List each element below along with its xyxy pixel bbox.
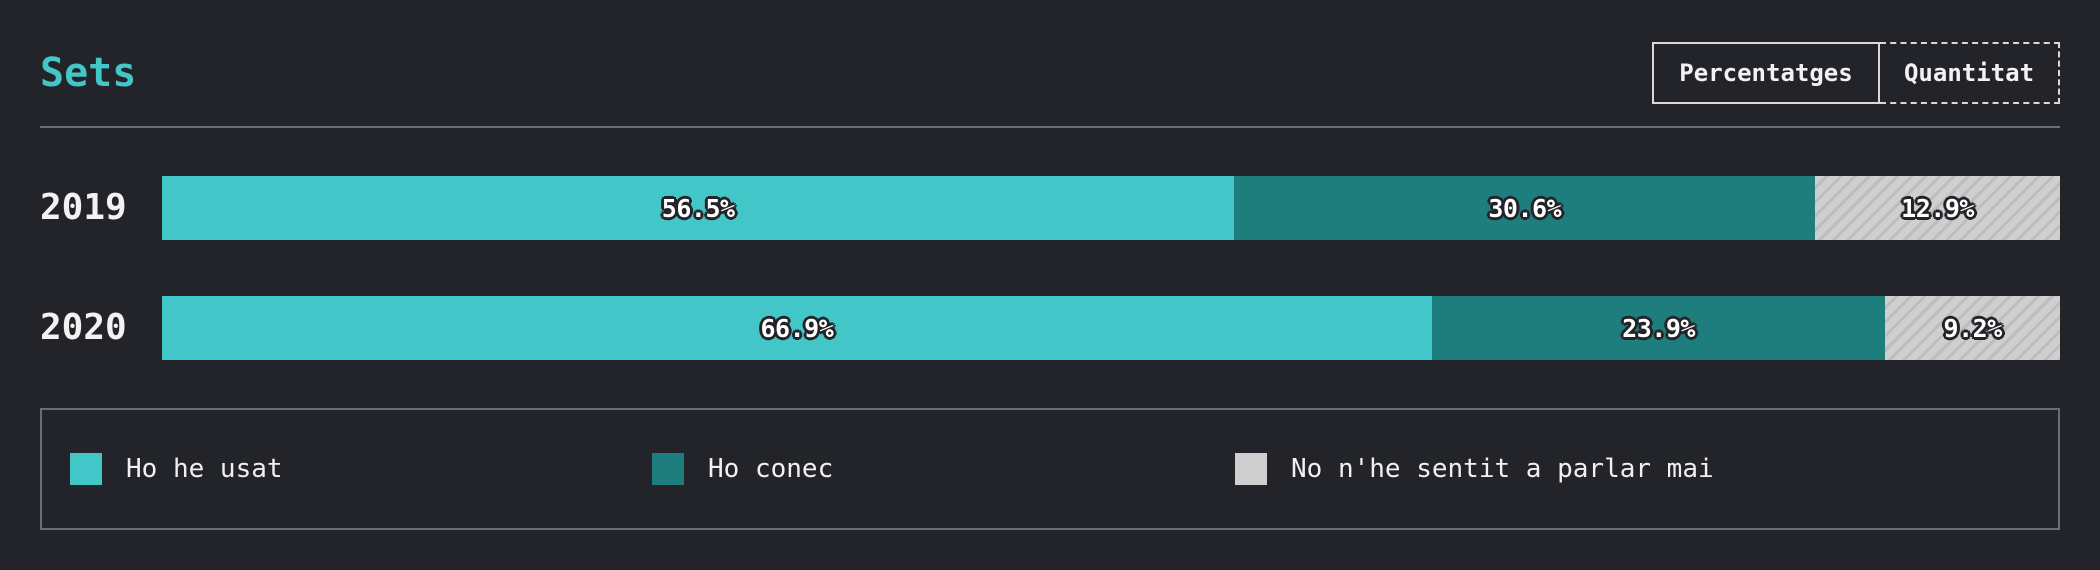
legend-label: Ho he usat [126, 454, 283, 484]
chart-legend: Ho he usat Ho conec No n'he sentit a par… [40, 408, 2060, 530]
stacked-bar: 56.5% 30.6% 12.9% [162, 176, 2060, 240]
bar-row-2020: 2020 66.9% 23.9% 9.2% [40, 296, 2060, 360]
legend-swatch-used [70, 453, 102, 485]
legend-label: No n'he sentit a parlar mai [1291, 454, 1714, 484]
bar-segment-ho-conec-2020: 23.9% [1431, 296, 1886, 360]
data-label: 56.5% [661, 193, 735, 223]
legend-swatch-known [652, 453, 684, 485]
data-label: 9.2% [1943, 313, 2003, 343]
legend-label: Ho conec [708, 454, 834, 484]
row-year-label: 2019 [40, 187, 127, 228]
chart-card: Sets Percentatges Quantitat 2019 56.5% 30… [40, 0, 2060, 570]
percentages-button[interactable]: Percentatges [1652, 42, 1880, 104]
header-divider [40, 126, 2060, 128]
bar-segment-no-n-he-sentit-a-parlar-mai-2019: 12.9% [1815, 176, 2060, 240]
data-label: 66.9% [760, 313, 834, 343]
stacked-bar: 66.9% 23.9% 9.2% [162, 296, 2060, 360]
legend-item-never: No n'he sentit a parlar mai [1235, 410, 1714, 528]
bar-segment-ho-he-usat-2020: 66.9% [162, 296, 1432, 360]
chart-title: Sets [40, 50, 137, 96]
bar-segment-ho-conec-2019: 30.6% [1234, 176, 1816, 240]
quantity-button[interactable]: Quantitat [1880, 42, 2060, 104]
bar-row-2019: 2019 56.5% 30.6% 12.9% [40, 176, 2060, 240]
legend-item-used: Ho he usat [70, 410, 283, 528]
legend-swatch-never [1235, 453, 1267, 485]
legend-item-known: Ho conec [652, 410, 833, 528]
bar-segment-no-n-he-sentit-a-parlar-mai-2020: 9.2% [1885, 296, 2060, 360]
data-label: 12.9% [1901, 193, 1974, 223]
bar-segment-ho-he-usat-2019: 56.5% [162, 176, 1235, 240]
view-toggle: Percentatges Quantitat [1652, 42, 2060, 104]
data-label: 23.9% [1622, 313, 1695, 343]
data-label: 30.6% [1488, 193, 1562, 223]
row-year-label: 2020 [40, 307, 127, 348]
